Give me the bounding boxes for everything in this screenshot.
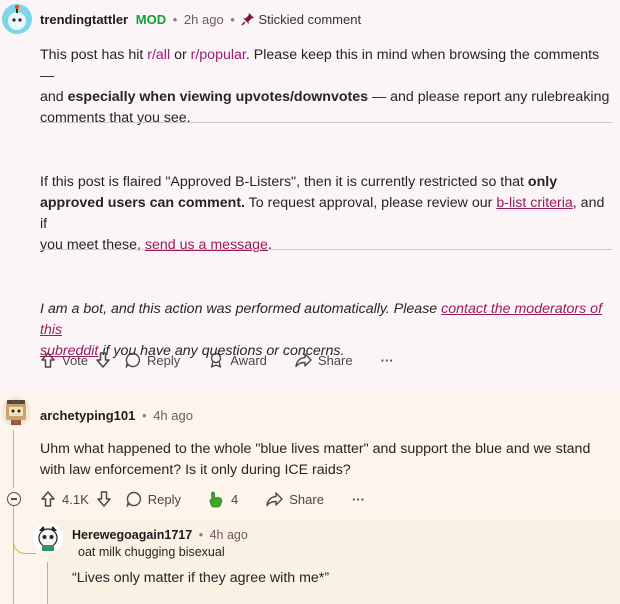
divider bbox=[40, 249, 612, 250]
share-arrow-icon bbox=[266, 492, 283, 507]
comment-meta: archetyping101 • 4h ago bbox=[40, 408, 193, 423]
thread-line[interactable] bbox=[13, 430, 14, 488]
user-flair: oat milk chugging bisexual bbox=[78, 545, 225, 559]
thread-line[interactable] bbox=[47, 562, 48, 604]
reply-label: Reply bbox=[147, 352, 181, 368]
downvote-arrow-icon bbox=[97, 491, 111, 507]
award-label: Award bbox=[230, 352, 267, 368]
stickied-comment-meta: trendingtattler MOD • 2h ago • Stickied … bbox=[40, 12, 361, 29]
share-label: Share bbox=[317, 352, 353, 368]
reply-label: Reply bbox=[147, 491, 181, 507]
upvote-button[interactable] bbox=[40, 351, 56, 369]
reply-button[interactable]: Reply bbox=[126, 491, 181, 507]
comment-body: Uhm what happened to the whole "blue liv… bbox=[40, 441, 591, 478]
share-arrow-icon bbox=[295, 353, 312, 368]
comment-author[interactable]: trendingtattler bbox=[40, 12, 128, 27]
award-icon bbox=[211, 352, 222, 368]
r-all-link[interactable]: r/all bbox=[147, 47, 170, 63]
downvote-arrow-icon bbox=[96, 352, 110, 368]
comment-time[interactable]: 2h ago bbox=[184, 12, 224, 27]
meta-separator: • bbox=[198, 528, 204, 542]
collapse-thread-button[interactable] bbox=[7, 492, 21, 506]
upvote-arrow-icon bbox=[41, 352, 55, 368]
reply-bubble-icon bbox=[125, 352, 141, 368]
reply-body: “Lives only matter if they agree with me… bbox=[72, 570, 330, 586]
comment-author[interactable]: Herewegoagain1717 bbox=[72, 528, 192, 542]
award-button[interactable]: Award bbox=[208, 352, 267, 368]
vote-count: 4.1K bbox=[62, 491, 89, 507]
divider bbox=[40, 122, 612, 123]
share-label: Share bbox=[289, 491, 324, 507]
share-button[interactable]: Share bbox=[266, 491, 324, 507]
comment-time[interactable]: 4h ago bbox=[153, 408, 193, 423]
pin-icon bbox=[241, 12, 255, 29]
stickied-label: Stickied comment bbox=[258, 12, 362, 27]
vote-label: Vote bbox=[62, 352, 89, 368]
reply-button[interactable]: Reply bbox=[125, 352, 180, 368]
meta-separator: • bbox=[172, 12, 178, 27]
thread-line[interactable] bbox=[13, 505, 14, 604]
award-button[interactable]: 4 bbox=[207, 490, 238, 508]
comment-author[interactable]: archetyping101 bbox=[40, 408, 135, 423]
stickied-paragraph-1: This post has hit r/all or r/popular. Pl… bbox=[40, 47, 610, 126]
b-list-criteria-link[interactable]: b-list criteria bbox=[496, 195, 572, 211]
stickied-action-bar: Vote Reply Award Share ··· bbox=[40, 351, 394, 369]
award-count: 4 bbox=[231, 491, 239, 507]
meta-separator: • bbox=[230, 12, 235, 27]
mod-badge: MOD bbox=[135, 12, 167, 27]
send-message-link[interactable]: send us a message bbox=[145, 237, 268, 253]
reply-bubble-icon bbox=[126, 491, 141, 507]
user-avatar[interactable] bbox=[1, 397, 31, 427]
green-hand-award-icon bbox=[209, 491, 223, 508]
reply-meta: Herewegoagain1717 • 4h ago bbox=[72, 528, 248, 542]
stickied-paragraph-2: If this post is flaired "Approved B-List… bbox=[40, 174, 605, 253]
user-avatar[interactable] bbox=[33, 523, 63, 553]
upvote-arrow-icon bbox=[41, 491, 55, 507]
share-button[interactable]: Share bbox=[295, 352, 353, 368]
more-options-button[interactable]: ··· bbox=[381, 353, 394, 368]
moderator-avatar[interactable] bbox=[2, 4, 32, 34]
more-options-button[interactable]: ··· bbox=[352, 492, 365, 507]
downvote-button[interactable] bbox=[95, 351, 111, 369]
downvote-button[interactable] bbox=[96, 490, 112, 508]
comment-action-bar: 4.1K Reply 4 Share ··· bbox=[40, 490, 365, 508]
r-popular-link[interactable]: r/popular bbox=[191, 47, 246, 63]
upvote-button[interactable] bbox=[40, 490, 56, 508]
meta-separator: • bbox=[142, 408, 147, 423]
comment-time[interactable]: 4h ago bbox=[210, 528, 248, 542]
